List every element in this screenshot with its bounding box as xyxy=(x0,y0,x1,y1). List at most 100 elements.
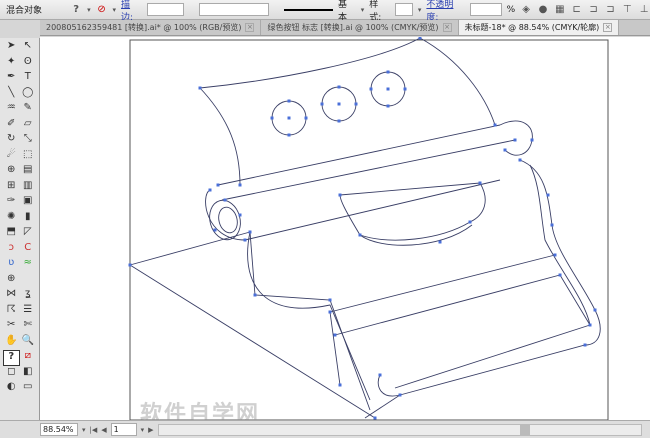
anchor-point[interactable] xyxy=(238,183,242,187)
anchor-point[interactable] xyxy=(398,393,402,397)
eraser-tool-icon[interactable]: ▱ xyxy=(20,118,37,134)
anchor-point[interactable] xyxy=(438,240,442,244)
anchor-point[interactable] xyxy=(530,138,534,142)
type-tool-icon[interactable]: T xyxy=(20,71,37,87)
align-top-icon[interactable]: ⊤ xyxy=(621,4,633,16)
anchor-point[interactable] xyxy=(248,230,252,234)
magic-wand-tool-icon[interactable]: ✦ xyxy=(3,56,20,72)
selection-tool-icon[interactable]: ➤ xyxy=(3,40,20,56)
anchor-point[interactable] xyxy=(553,253,557,257)
transform-icon[interactable]: ▦ xyxy=(554,4,566,16)
anchor-point[interactable] xyxy=(503,148,507,152)
close-icon[interactable]: × xyxy=(245,23,255,32)
anchor-point[interactable] xyxy=(304,116,308,120)
anchor-point[interactable] xyxy=(583,343,587,347)
anchor-point[interactable] xyxy=(287,133,291,137)
anchor-point[interactable] xyxy=(478,181,482,185)
lasso-tool-icon[interactable]: ʘ xyxy=(20,56,37,72)
align-center-icon[interactable]: ⊐ xyxy=(588,4,600,16)
zoom-select[interactable]: 88.54% xyxy=(40,423,78,436)
close-icon[interactable]: × xyxy=(603,23,613,32)
anchor-point[interactable] xyxy=(588,323,592,327)
gradient-tool-icon[interactable]: ▥ xyxy=(20,180,37,196)
anchor-point[interactable] xyxy=(546,193,550,197)
anchor-point[interactable] xyxy=(320,102,324,106)
recolor-icon[interactable]: ◈ xyxy=(520,4,532,16)
anchor-point[interactable] xyxy=(223,198,227,202)
anchor-point[interactable] xyxy=(216,183,220,187)
anchor-point[interactable] xyxy=(213,228,217,232)
stroke-swatch-icon[interactable]: ⧄ xyxy=(20,350,37,366)
scale-tool-icon[interactable]: ⤡ xyxy=(20,133,37,149)
perspective-tool-icon[interactable]: ▤ xyxy=(20,164,37,180)
anchor-point[interactable] xyxy=(337,85,341,89)
blob-brush-tool-icon[interactable]: ✐ xyxy=(3,118,20,134)
page-select[interactable]: 1 xyxy=(110,423,137,436)
anchor-point[interactable] xyxy=(558,273,562,277)
anchor-point[interactable] xyxy=(198,86,202,90)
blob-tool-icon[interactable]: ʋ xyxy=(3,257,20,273)
anchor-point[interactable] xyxy=(253,293,257,297)
anchor-point[interactable] xyxy=(593,308,597,312)
zoom-tool-icon[interactable]: 🔍 xyxy=(20,335,37,351)
anchor-point[interactable] xyxy=(386,87,390,91)
anchor-point[interactable] xyxy=(328,310,332,314)
anchor-point[interactable] xyxy=(418,36,422,40)
direct-selection-tool-icon[interactable]: ↖ xyxy=(20,40,37,56)
artboard-tool-icon[interactable]: ⬒ xyxy=(3,226,20,242)
anchor-point[interactable] xyxy=(128,263,132,267)
knife-tool-icon[interactable]: ✂ xyxy=(3,319,20,335)
anchor-point[interactable] xyxy=(358,233,362,237)
horizontal-scrollbar[interactable] xyxy=(157,423,642,436)
rotate-tool-icon[interactable]: ↻ xyxy=(3,133,20,149)
style-select[interactable] xyxy=(395,3,413,16)
hand-tool-icon[interactable]: ✋ xyxy=(3,335,20,351)
ellipse-tool-icon[interactable]: ◯ xyxy=(20,87,37,103)
help-icon[interactable]: ? xyxy=(70,4,82,16)
isolate-icon[interactable]: ● xyxy=(537,4,549,16)
anchor-point[interactable] xyxy=(208,188,212,192)
anchor-point[interactable] xyxy=(386,104,390,108)
anchor-point[interactable] xyxy=(386,70,390,74)
align-left-icon[interactable]: ⊏ xyxy=(571,4,583,16)
pen-tool-icon[interactable]: ✒ xyxy=(3,71,20,87)
scissors-tool-icon[interactable]: ✄ xyxy=(20,319,37,335)
anchor-point[interactable] xyxy=(513,138,517,142)
draw-mode-icon[interactable]: ◐ xyxy=(3,381,20,397)
fill-none-icon[interactable]: ⊘ xyxy=(96,4,108,16)
align-right-icon[interactable]: ⊐ xyxy=(604,4,616,16)
width-tool-alt-icon[interactable]: Ϲ xyxy=(20,242,37,258)
anchor-point[interactable] xyxy=(243,238,247,242)
canvas[interactable] xyxy=(40,36,650,421)
anchor-point[interactable] xyxy=(518,158,522,162)
twirl-tool-icon[interactable]: ☈ xyxy=(3,304,20,320)
crystallize-tool-icon[interactable]: ☰ xyxy=(20,304,37,320)
anchor-point[interactable] xyxy=(287,99,291,103)
next-page-icon[interactable]: ▶ xyxy=(148,426,153,434)
anchor-point[interactable] xyxy=(403,87,407,91)
free-transform-tool-icon[interactable]: ⬚ xyxy=(20,149,37,165)
symbol-sprayer-tool-icon[interactable]: ✺ xyxy=(3,211,20,227)
mesh-tool-icon[interactable]: ⊞ xyxy=(3,180,20,196)
anchor-point[interactable] xyxy=(328,298,332,302)
tab-document-2[interactable]: 绿色按钮 标志 [转换].ai @ 100% (CMYK/预览) × xyxy=(261,20,459,35)
anchor-point[interactable] xyxy=(333,333,337,337)
wave-tool-icon[interactable]: ≈ xyxy=(20,257,37,273)
screen-mode-icon[interactable]: ▭ xyxy=(20,381,37,397)
pencil-tool-icon[interactable]: ✎ xyxy=(20,102,37,118)
close-icon[interactable]: × xyxy=(442,23,452,32)
tab-document-1[interactable]: 200805162359481 [转换].ai* @ 100% (RGB/预览)… xyxy=(40,20,262,35)
anchor-point[interactable] xyxy=(287,116,291,120)
anchor-point[interactable] xyxy=(338,193,342,197)
anchor-point[interactable] xyxy=(354,102,358,106)
first-page-icon[interactable]: |◀ xyxy=(90,426,98,434)
warp-tool-icon[interactable]: ☄ xyxy=(3,149,20,165)
paintbrush-tool-icon[interactable]: ♒ xyxy=(3,102,20,118)
anchor-point[interactable] xyxy=(493,123,497,127)
anchor-point[interactable] xyxy=(238,213,242,217)
target-icon[interactable]: ⊕ xyxy=(3,273,20,289)
width-tool-icon[interactable]: ↄ xyxy=(3,242,20,258)
anchor-point[interactable] xyxy=(550,223,554,227)
line-tool-icon[interactable]: ╲ xyxy=(3,87,20,103)
prev-page-icon[interactable]: ◀ xyxy=(101,426,106,434)
